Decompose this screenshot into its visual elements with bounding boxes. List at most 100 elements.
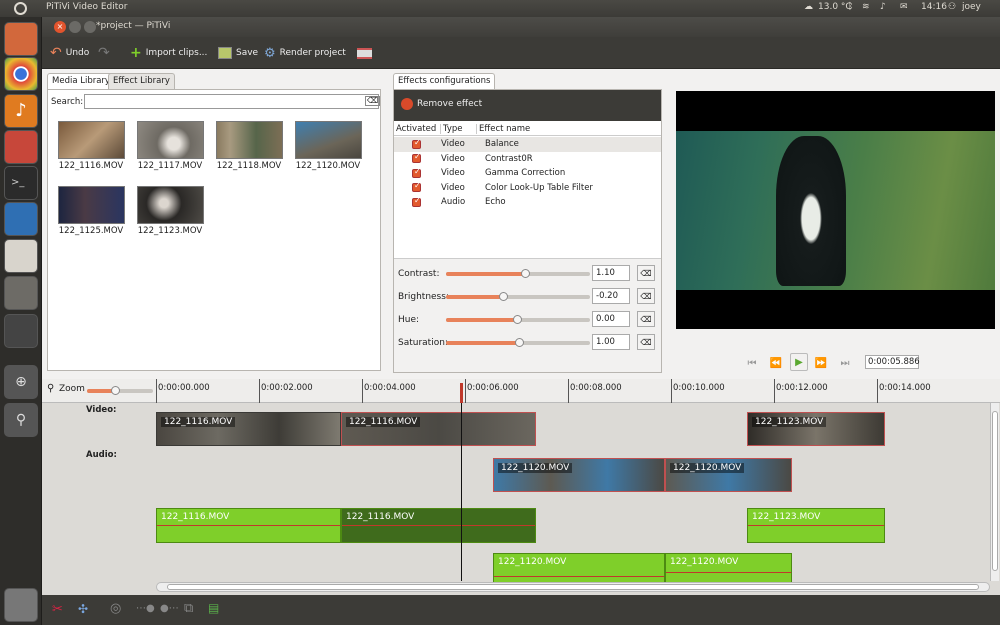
table-row[interactable]: Video Contrast0R (394, 152, 661, 167)
activated-checkbox[interactable] (412, 138, 421, 149)
slider-knob[interactable] (111, 386, 120, 395)
activated-checkbox[interactable] (412, 181, 421, 193)
tab-media-library[interactable]: Media Library (47, 73, 115, 89)
temperature[interactable]: 13.0 °C (818, 2, 852, 12)
column-header[interactable]: Type (440, 124, 463, 134)
goto-end-button[interactable]: ⏭ (837, 355, 853, 371)
slider-knob[interactable] (513, 315, 522, 324)
fullscreen-button[interactable] (357, 44, 372, 62)
reset-saturation-button[interactable]: ⌫ (637, 334, 655, 350)
clip-thumbnail[interactable] (216, 121, 283, 159)
remove-effect-button[interactable]: Remove effect (401, 98, 482, 110)
rewind-button[interactable]: ⏪ (768, 355, 784, 371)
clock[interactable]: 14:16 (921, 2, 947, 12)
zoom-in-icon[interactable]: ⊕ (4, 365, 38, 399)
horizontal-scrollbar[interactable] (156, 582, 990, 592)
app-icon[interactable] (4, 130, 38, 164)
weather-icon[interactable]: ☁ (804, 2, 813, 12)
timeline-clip[interactable]: 122_1120.MOV (665, 458, 792, 492)
slider-knob[interactable] (499, 292, 508, 301)
scrollbar-thumb[interactable] (992, 411, 998, 571)
user-icon[interactable]: ⚇ (948, 2, 956, 12)
mail-icon[interactable]: ✉ (900, 2, 908, 12)
reset-hue-button[interactable]: ⌫ (637, 311, 655, 327)
scrollbar-thumb[interactable] (167, 584, 979, 590)
table-row[interactable]: Video Color Look-Up Table Filter (394, 181, 661, 196)
workspace-icon[interactable] (4, 314, 38, 348)
contrast-spinbox[interactable]: 1.10 (592, 265, 630, 281)
maximize-icon[interactable] (84, 21, 96, 33)
close-icon[interactable]: × (54, 21, 66, 33)
pitivi-icon[interactable] (4, 239, 38, 273)
clip-thumbnail[interactable] (137, 186, 204, 224)
activated-checkbox[interactable] (412, 167, 421, 178)
ungroup-icon[interactable]: ◎ (110, 601, 121, 616)
brightness-spinbox[interactable]: -0.20 (592, 288, 630, 304)
camera-icon[interactable] (4, 276, 38, 310)
audio-clip[interactable]: 122_1123.MOV (747, 508, 885, 543)
wifi-icon[interactable]: ≋ (862, 2, 870, 12)
unlink-icon[interactable]: ⋯● (136, 603, 155, 614)
clip-thumbnail[interactable] (58, 121, 125, 159)
chrome-icon[interactable] (4, 57, 38, 91)
contrast-slider[interactable] (446, 269, 590, 278)
table-row[interactable]: Video Balance (394, 137, 661, 152)
tab-effects-configurations[interactable]: Effects configurations (393, 73, 496, 89)
time-ruler[interactable]: 0:00:00.000 0:00:02.000 0:00:04.000 0:00… (156, 379, 1000, 403)
minimize-icon[interactable] (69, 21, 81, 33)
bluetooth-icon[interactable]: ᛒ (848, 2, 853, 12)
hue-spinbox[interactable]: 0.00 (592, 311, 630, 327)
tab-effect-library[interactable]: Effect Library (108, 73, 175, 89)
clip-thumbnail[interactable] (295, 121, 362, 159)
link-icon[interactable]: ●⋯ (160, 603, 179, 614)
activated-checkbox[interactable] (412, 152, 421, 164)
keyframe-icon[interactable]: ✣ (78, 602, 88, 616)
column-header[interactable]: Activated (396, 124, 436, 134)
music-icon[interactable]: ♪ (4, 94, 38, 128)
search-input[interactable] (84, 94, 379, 109)
forward-button[interactable]: ⏩ (813, 355, 829, 371)
align-icon[interactable]: ▤ (208, 601, 219, 615)
timeline-clip[interactable]: 122_1116.MOV (341, 412, 536, 446)
saturation-slider[interactable] (446, 338, 590, 347)
vertical-scrollbar[interactable] (990, 403, 999, 581)
timecode-display[interactable]: 0:00:05.886 (865, 355, 920, 369)
audio-clip[interactable]: 122_1116.MOV (341, 508, 536, 543)
clip-thumbnail[interactable] (58, 186, 125, 224)
magnifier-icon[interactable]: ⚲ (4, 403, 38, 437)
slider-knob[interactable] (521, 269, 530, 278)
timeline-clip[interactable]: 122_1120.MOV (493, 458, 665, 492)
terminal-icon[interactable]: >_ (4, 166, 38, 200)
video-viewer[interactable] (676, 91, 995, 329)
hue-slider[interactable] (446, 315, 590, 324)
trash-icon[interactable] (4, 588, 38, 622)
reset-brightness-button[interactable]: ⌫ (637, 288, 655, 304)
activated-checkbox[interactable] (412, 196, 421, 207)
reset-contrast-button[interactable]: ⌫ (637, 265, 655, 281)
timeline-clip[interactable]: 122_1116.MOV (156, 412, 341, 446)
ubuntu-logo-icon[interactable] (14, 2, 27, 15)
zoom-slider[interactable] (87, 386, 153, 395)
clear-search-icon[interactable]: ⌫ (365, 96, 381, 106)
user-name[interactable]: joey (962, 2, 981, 12)
render-project-button[interactable]: ⚙ Render project (264, 44, 346, 62)
play-button[interactable]: ▶ (790, 353, 808, 371)
group-icon[interactable]: ⧉ (184, 601, 193, 616)
split-icon[interactable]: ✂ (52, 602, 63, 617)
save-button[interactable]: Save (218, 44, 258, 62)
bird-icon[interactable] (4, 202, 38, 236)
clip-thumbnail[interactable] (137, 121, 204, 159)
redo-button[interactable]: ↷ (98, 44, 110, 62)
timeline-clip[interactable]: 122_1123.MOV (747, 412, 885, 446)
playhead[interactable] (461, 383, 462, 581)
column-header[interactable]: Effect name (476, 124, 530, 134)
saturation-spinbox[interactable]: 1.00 (592, 334, 630, 350)
volume-icon[interactable]: ♪ (880, 2, 886, 12)
home-folder-icon[interactable] (4, 22, 38, 56)
undo-button[interactable]: ↶ Undo (50, 44, 89, 62)
slider-knob[interactable] (515, 338, 524, 347)
brightness-slider[interactable] (446, 292, 590, 301)
table-row[interactable]: Audio Echo (394, 195, 661, 210)
goto-start-button[interactable]: ⏮ (744, 355, 760, 371)
table-row[interactable]: Video Gamma Correction (394, 166, 661, 181)
